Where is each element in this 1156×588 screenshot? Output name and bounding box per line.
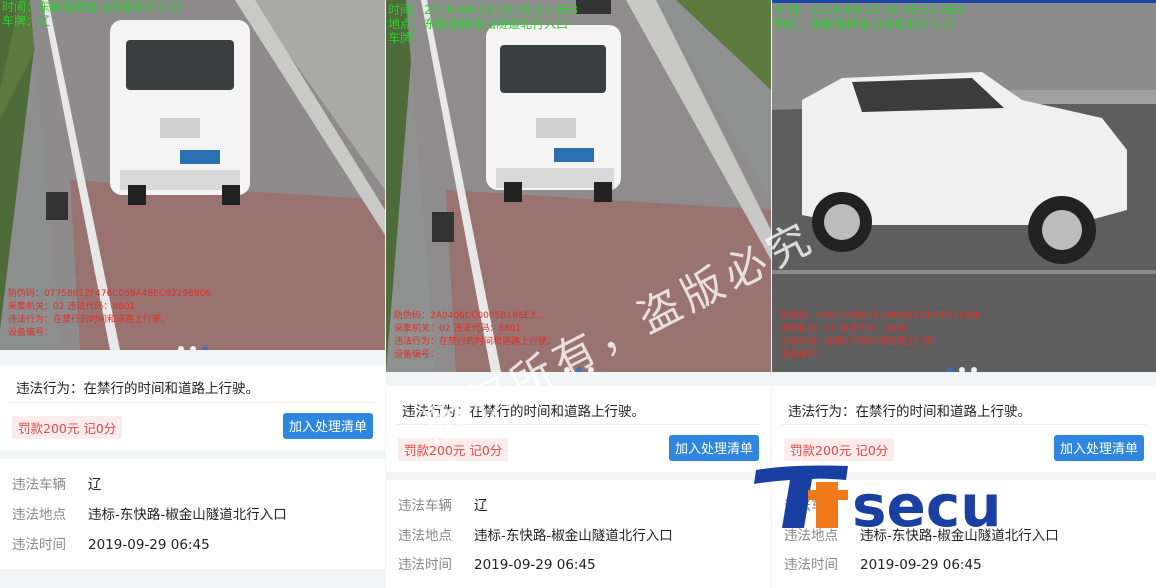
violation-card: 违法行为：在禁行的时间和道路上行驶。 罚款200元 记0分 加入处理清单	[0, 366, 385, 450]
detail-row-time: 违法时间 2019-09-29 06:45	[12, 533, 210, 553]
detail-label: 违法时间	[12, 537, 66, 553]
divider	[10, 402, 375, 403]
detail-label: 违法时间	[784, 557, 838, 573]
detail-label: 违法时间	[398, 557, 452, 573]
overlay-line: 采集机关：02 违法代码：8801	[394, 324, 522, 334]
overlay-line: 时间：2019-09-29 06:45:51.863	[388, 3, 579, 17]
carousel-dot[interactable]	[959, 367, 965, 372]
time-value: 2019-09-29 06:45	[474, 557, 596, 573]
photo-overlay-evidence: 防伪码：19CF3F0687818B82E2540FF2132EE 采集机关：0…	[780, 310, 981, 362]
overlay-line: 车牌：	[388, 31, 425, 45]
logo-wordmark: secu	[852, 472, 1002, 534]
detail-row-time: 违法时间 2019-09-29 06:45	[784, 553, 982, 573]
carousel-dot-active[interactable]	[201, 346, 208, 350]
violation-photo-1[interactable]: 时间：东快路椒金山隧道北行入口 车牌：辽 防伪码：07758812F476C05…	[0, 0, 385, 350]
time-value: 2019-09-29 06:45	[860, 557, 982, 573]
violation-panel-1: 时间：东快路椒金山隧道北行入口 车牌：辽 防伪码：07758812F476C05…	[0, 0, 385, 588]
carousel-dot[interactable]	[971, 367, 977, 372]
add-to-list-button[interactable]: 加入处理清单	[283, 413, 373, 439]
overlay-line: 防伪码：19CF3F0687818B82E2540FF2132EE	[780, 311, 981, 321]
violation-details: 违法车辆 辽 违法地点 违标-东快路-椒金山隧道北行入口 违法时间 2019-09-2…	[0, 459, 385, 569]
ttsecu-logo: secu	[754, 465, 1002, 534]
carousel-dot-active[interactable]	[947, 367, 953, 372]
detail-label: 违法车辆	[398, 498, 452, 514]
violation-photo-3[interactable]: 时间：2019-09-29 06:45:51.863 地点：东快路椒金山隧道北行…	[772, 0, 1156, 372]
overlay-line: 违法行为：在禁行的时间和道路上行驶。	[8, 315, 171, 325]
time-value: 2019-09-29 06:45	[88, 537, 210, 553]
overlay-line: 采集机关：02 违法代码：8801	[780, 324, 908, 334]
violation-details: 违法车辆 辽 违法地点 违标-东快路-椒金山隧道北行入口 违法时间 2019-09-2…	[386, 480, 771, 588]
overlay-line: 防伪码：07758812F476C059A48EC02298906	[8, 289, 212, 299]
carousel-dots	[0, 337, 385, 350]
overlay-line: 时间：东快路椒金山隧道北行入口	[2, 0, 183, 14]
photo-overlay-info: 时间：东快路椒金山隧道北行入口 车牌：辽	[2, 0, 182, 28]
violation-description: 违法行为：在禁行的时间和道路上行驶。	[788, 404, 1031, 420]
overlay-line: 地点：东快路椒金山隧道北行入口	[388, 17, 569, 31]
overlay-line: 违法行为：在禁行的时间和道路上行驶。	[780, 337, 943, 347]
carousel-dot[interactable]	[177, 346, 184, 350]
vehicle-plate: 辽	[474, 498, 488, 514]
detail-row-vehicle: 违法车辆 辽	[12, 473, 102, 493]
location-value: 违标-东快路-椒金山隧道北行入口	[88, 507, 287, 523]
add-to-list-button[interactable]: 加入处理清单	[669, 435, 759, 461]
detail-label: 违法地点	[398, 528, 452, 544]
detail-row-vehicle: 违法车辆 辽	[398, 494, 488, 514]
detail-label: 违法地点	[12, 507, 66, 523]
violation-description: 违法行为：在禁行的时间和道路上行驶。	[16, 381, 259, 397]
photo-overlay-info: 时间：2019-09-29 06:45:51.863 地点：东快路椒金山隧道北行…	[388, 3, 578, 45]
vehicle-plate: 辽	[88, 477, 102, 493]
photo-overlay-evidence: 防伪码：07758812F476C059A48EC02298906 采集机关：0…	[8, 288, 211, 340]
photo-overlay-info: 时间：2019-09-29 06:45:51.863 地点：东快路椒金山隧道北行…	[774, 3, 964, 31]
detail-row-time: 违法时间 2019-09-29 06:45	[398, 553, 596, 573]
add-to-list-button[interactable]: 加入处理清单	[1054, 435, 1144, 461]
fine-badge: 罚款200元 记0分	[784, 438, 895, 461]
violation-card: 违法行为：在禁行的时间和道路上行驶。 罚款200元 记0分 加入处理清单	[772, 386, 1156, 472]
carousel-dot[interactable]	[189, 346, 196, 350]
overlay-line: 时间：2019-09-29 06:45:51.863	[774, 3, 965, 17]
overlay-line: 防伪码：2A0406CC0005B1B6E3...	[394, 311, 545, 321]
fine-badge: 罚款200元 记0分	[12, 416, 123, 439]
overlay-line: 车牌：辽	[2, 14, 51, 28]
overlay-line: 地点：东快路椒金山隧道北行入口	[774, 17, 955, 31]
carousel-dots	[772, 358, 1156, 372]
detail-row-location: 违法地点 违标-东快路-椒金山隧道北行入口	[12, 503, 287, 523]
location-value: 违标-东快路-椒金山隧道北行入口	[474, 528, 673, 544]
divider	[782, 424, 1146, 425]
overlay-line: 采集机关：02 违法代码：8801	[8, 302, 136, 312]
detail-label: 违法车辆	[12, 477, 66, 493]
detail-row-location: 违法地点 违标-东快路-椒金山隧道北行入口	[398, 524, 673, 544]
